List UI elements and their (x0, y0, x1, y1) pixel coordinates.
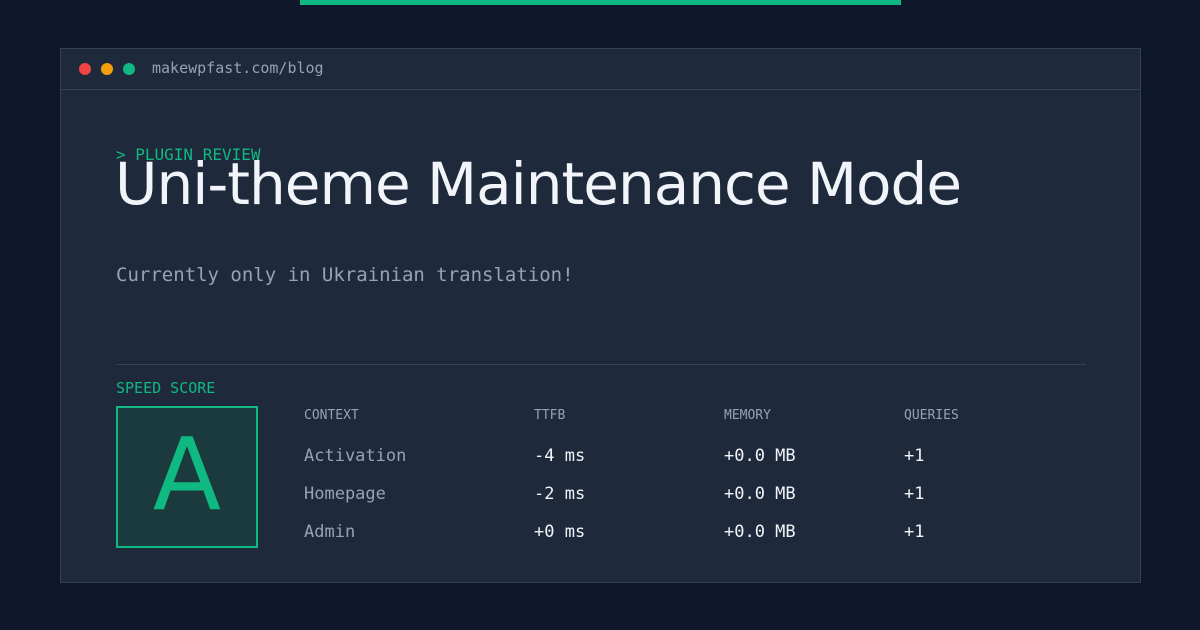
row-queries: +1 (904, 484, 925, 504)
top-accent-bar (300, 0, 901, 5)
row-context: Activation (304, 446, 407, 466)
row-memory: +0.0 MB (724, 522, 796, 542)
row-queries: +1 (904, 522, 925, 542)
minimize-dot-icon[interactable] (101, 63, 113, 75)
row-context: Homepage (304, 484, 386, 504)
maximize-dot-icon[interactable] (123, 63, 135, 75)
page-title: Uni-theme Maintenance Mode (115, 150, 962, 218)
column-header-context: CONTEXT (304, 408, 359, 423)
window-titlebar: makewpfast.com/blog (61, 49, 1140, 90)
address-url[interactable]: makewpfast.com/blog (152, 59, 324, 77)
row-context: Admin (304, 522, 356, 542)
row-queries: +1 (904, 446, 925, 466)
browser-window: makewpfast.com/blog > PLUGIN REVIEW Uni-… (60, 48, 1141, 583)
page-subtitle: Currently only in Ukrainian translation! (116, 264, 574, 286)
row-memory: +0.0 MB (724, 446, 796, 466)
column-header-queries: QUERIES (904, 408, 959, 423)
speed-score-label: SPEED SCORE (116, 379, 216, 397)
speed-grade: A (152, 416, 222, 533)
row-ttfb: -4 ms (534, 446, 586, 466)
row-memory: +0.0 MB (724, 484, 796, 504)
column-header-memory: MEMORY (724, 408, 771, 423)
speed-grade-box: A (116, 406, 258, 548)
row-ttfb: +0 ms (534, 522, 586, 542)
section-divider (116, 364, 1086, 365)
column-header-ttfb: TTFB (534, 408, 566, 423)
close-dot-icon[interactable] (79, 63, 91, 75)
row-ttfb: -2 ms (534, 484, 586, 504)
